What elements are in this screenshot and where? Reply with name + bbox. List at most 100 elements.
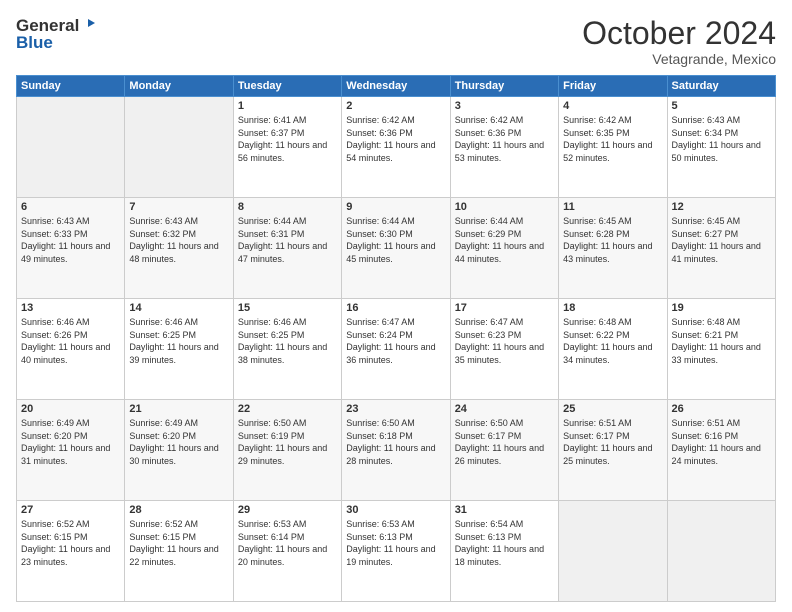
calendar-cell: 6 Sunrise: 6:43 AMSunset: 6:33 PMDaylight…: [17, 198, 125, 299]
day-number: 27: [21, 504, 120, 516]
day-info: Sunrise: 6:46 AMSunset: 6:25 PMDaylight:…: [129, 316, 228, 366]
day-info: Sunrise: 6:53 AMSunset: 6:13 PMDaylight:…: [346, 518, 445, 568]
day-info: Sunrise: 6:47 AMSunset: 6:24 PMDaylight:…: [346, 316, 445, 366]
calendar-header-sunday: Sunday: [17, 76, 125, 97]
day-info: Sunrise: 6:49 AMSunset: 6:20 PMDaylight:…: [21, 417, 120, 467]
calendar-header-row: SundayMondayTuesdayWednesdayThursdayFrid…: [17, 76, 776, 97]
calendar-cell: 4 Sunrise: 6:42 AMSunset: 6:35 PMDaylight…: [559, 97, 667, 198]
day-number: 20: [21, 403, 120, 415]
day-info: Sunrise: 6:54 AMSunset: 6:13 PMDaylight:…: [455, 518, 554, 568]
header: General Blue October 2024 Vetagrande, Me…: [16, 16, 776, 67]
day-number: 28: [129, 504, 228, 516]
day-info: Sunrise: 6:52 AMSunset: 6:15 PMDaylight:…: [129, 518, 228, 568]
calendar-cell: [559, 501, 667, 602]
calendar-cell: 18 Sunrise: 6:48 AMSunset: 6:22 PMDayligh…: [559, 299, 667, 400]
calendar-cell: 27 Sunrise: 6:52 AMSunset: 6:15 PMDayligh…: [17, 501, 125, 602]
day-number: 9: [346, 201, 445, 213]
calendar-cell: 16 Sunrise: 6:47 AMSunset: 6:24 PMDayligh…: [342, 299, 450, 400]
day-info: Sunrise: 6:44 AMSunset: 6:31 PMDaylight:…: [238, 215, 337, 265]
day-info: Sunrise: 6:46 AMSunset: 6:25 PMDaylight:…: [238, 316, 337, 366]
day-number: 12: [672, 201, 771, 213]
calendar-table: SundayMondayTuesdayWednesdayThursdayFrid…: [16, 75, 776, 602]
day-number: 4: [563, 100, 662, 112]
calendar-cell: 11 Sunrise: 6:45 AMSunset: 6:28 PMDayligh…: [559, 198, 667, 299]
day-info: Sunrise: 6:48 AMSunset: 6:22 PMDaylight:…: [563, 316, 662, 366]
day-number: 14: [129, 302, 228, 314]
day-number: 31: [455, 504, 554, 516]
calendar-header-friday: Friday: [559, 76, 667, 97]
calendar-header-saturday: Saturday: [667, 76, 775, 97]
day-number: 19: [672, 302, 771, 314]
day-number: 6: [21, 201, 120, 213]
calendar-cell: 31 Sunrise: 6:54 AMSunset: 6:13 PMDayligh…: [450, 501, 558, 602]
calendar-cell: 20 Sunrise: 6:49 AMSunset: 6:20 PMDayligh…: [17, 400, 125, 501]
day-info: Sunrise: 6:46 AMSunset: 6:26 PMDaylight:…: [21, 316, 120, 366]
day-info: Sunrise: 6:43 AMSunset: 6:32 PMDaylight:…: [129, 215, 228, 265]
day-number: 23: [346, 403, 445, 415]
day-info: Sunrise: 6:44 AMSunset: 6:29 PMDaylight:…: [455, 215, 554, 265]
page: General Blue October 2024 Vetagrande, Me…: [0, 0, 792, 612]
day-info: Sunrise: 6:50 AMSunset: 6:17 PMDaylight:…: [455, 417, 554, 467]
calendar-cell: [17, 97, 125, 198]
title-section: October 2024 Vetagrande, Mexico: [582, 16, 776, 67]
calendar-week-row: 20 Sunrise: 6:49 AMSunset: 6:20 PMDayligh…: [17, 400, 776, 501]
day-info: Sunrise: 6:47 AMSunset: 6:23 PMDaylight:…: [455, 316, 554, 366]
calendar-week-row: 27 Sunrise: 6:52 AMSunset: 6:15 PMDayligh…: [17, 501, 776, 602]
calendar-week-row: 13 Sunrise: 6:46 AMSunset: 6:26 PMDayligh…: [17, 299, 776, 400]
calendar-week-row: 6 Sunrise: 6:43 AMSunset: 6:33 PMDaylight…: [17, 198, 776, 299]
day-number: 2: [346, 100, 445, 112]
calendar-cell: 7Sunrise: 6:43 AMSunset: 6:32 PMDaylight…: [125, 198, 233, 299]
day-number: 11: [563, 201, 662, 213]
calendar-cell: 1 Sunrise: 6:41 AMSunset: 6:37 PMDaylight…: [233, 97, 341, 198]
day-info: Sunrise: 6:48 AMSunset: 6:21 PMDaylight:…: [672, 316, 771, 366]
calendar-cell: 3Sunrise: 6:42 AMSunset: 6:36 PMDaylight…: [450, 97, 558, 198]
day-info: Sunrise: 6:45 AMSunset: 6:28 PMDaylight:…: [563, 215, 662, 265]
day-number: 17: [455, 302, 554, 314]
day-info: Sunrise: 6:42 AMSunset: 6:35 PMDaylight:…: [563, 114, 662, 164]
day-number: 30: [346, 504, 445, 516]
day-info: Sunrise: 6:51 AMSunset: 6:17 PMDaylight:…: [563, 417, 662, 467]
calendar-header-thursday: Thursday: [450, 76, 558, 97]
month-title: October 2024: [582, 16, 776, 51]
day-info: Sunrise: 6:42 AMSunset: 6:36 PMDaylight:…: [455, 114, 554, 164]
calendar-cell: [125, 97, 233, 198]
calendar-cell: 28 Sunrise: 6:52 AMSunset: 6:15 PMDayligh…: [125, 501, 233, 602]
calendar-cell: 5Sunrise: 6:43 AMSunset: 6:34 PMDaylight…: [667, 97, 775, 198]
calendar-cell: 8Sunrise: 6:44 AMSunset: 6:31 PMDaylight…: [233, 198, 341, 299]
calendar-cell: 13 Sunrise: 6:46 AMSunset: 6:26 PMDayligh…: [17, 299, 125, 400]
day-number: 10: [455, 201, 554, 213]
calendar-cell: 12 Sunrise: 6:45 AMSunset: 6:27 PMDayligh…: [667, 198, 775, 299]
day-number: 21: [129, 403, 228, 415]
day-number: 26: [672, 403, 771, 415]
calendar-cell: 23 Sunrise: 6:50 AMSunset: 6:18 PMDayligh…: [342, 400, 450, 501]
day-number: 16: [346, 302, 445, 314]
day-info: Sunrise: 6:42 AMSunset: 6:36 PMDaylight:…: [346, 114, 445, 164]
calendar-cell: 14 Sunrise: 6:46 AMSunset: 6:25 PMDayligh…: [125, 299, 233, 400]
logo-flag-icon: [80, 17, 96, 33]
location-title: Vetagrande, Mexico: [582, 51, 776, 67]
calendar-cell: 25Sunrise: 6:51 AMSunset: 6:17 PMDayligh…: [559, 400, 667, 501]
logo-blue: Blue: [16, 33, 53, 53]
day-number: 24: [455, 403, 554, 415]
day-info: Sunrise: 6:41 AMSunset: 6:37 PMDaylight:…: [238, 114, 337, 164]
calendar-cell: 19 Sunrise: 6:48 AMSunset: 6:21 PMDayligh…: [667, 299, 775, 400]
calendar-cell: 26Sunrise: 6:51 AMSunset: 6:16 PMDayligh…: [667, 400, 775, 501]
day-info: Sunrise: 6:50 AMSunset: 6:18 PMDaylight:…: [346, 417, 445, 467]
calendar-cell: 22Sunrise: 6:50 AMSunset: 6:19 PMDayligh…: [233, 400, 341, 501]
day-info: Sunrise: 6:52 AMSunset: 6:15 PMDaylight:…: [21, 518, 120, 568]
day-number: 15: [238, 302, 337, 314]
day-number: 1: [238, 100, 337, 112]
calendar-week-row: 1 Sunrise: 6:41 AMSunset: 6:37 PMDaylight…: [17, 97, 776, 198]
day-number: 13: [21, 302, 120, 314]
calendar-cell: 21Sunrise: 6:49 AMSunset: 6:20 PMDayligh…: [125, 400, 233, 501]
day-number: 29: [238, 504, 337, 516]
calendar-header-wednesday: Wednesday: [342, 76, 450, 97]
day-info: Sunrise: 6:45 AMSunset: 6:27 PMDaylight:…: [672, 215, 771, 265]
calendar-cell: 30 Sunrise: 6:53 AMSunset: 6:13 PMDayligh…: [342, 501, 450, 602]
day-number: 22: [238, 403, 337, 415]
calendar-cell: 29Sunrise: 6:53 AMSunset: 6:14 PMDayligh…: [233, 501, 341, 602]
calendar-cell: 10 Sunrise: 6:44 AMSunset: 6:29 PMDayligh…: [450, 198, 558, 299]
day-info: Sunrise: 6:43 AMSunset: 6:34 PMDaylight:…: [672, 114, 771, 164]
day-number: 18: [563, 302, 662, 314]
day-info: Sunrise: 6:43 AMSunset: 6:33 PMDaylight:…: [21, 215, 120, 265]
